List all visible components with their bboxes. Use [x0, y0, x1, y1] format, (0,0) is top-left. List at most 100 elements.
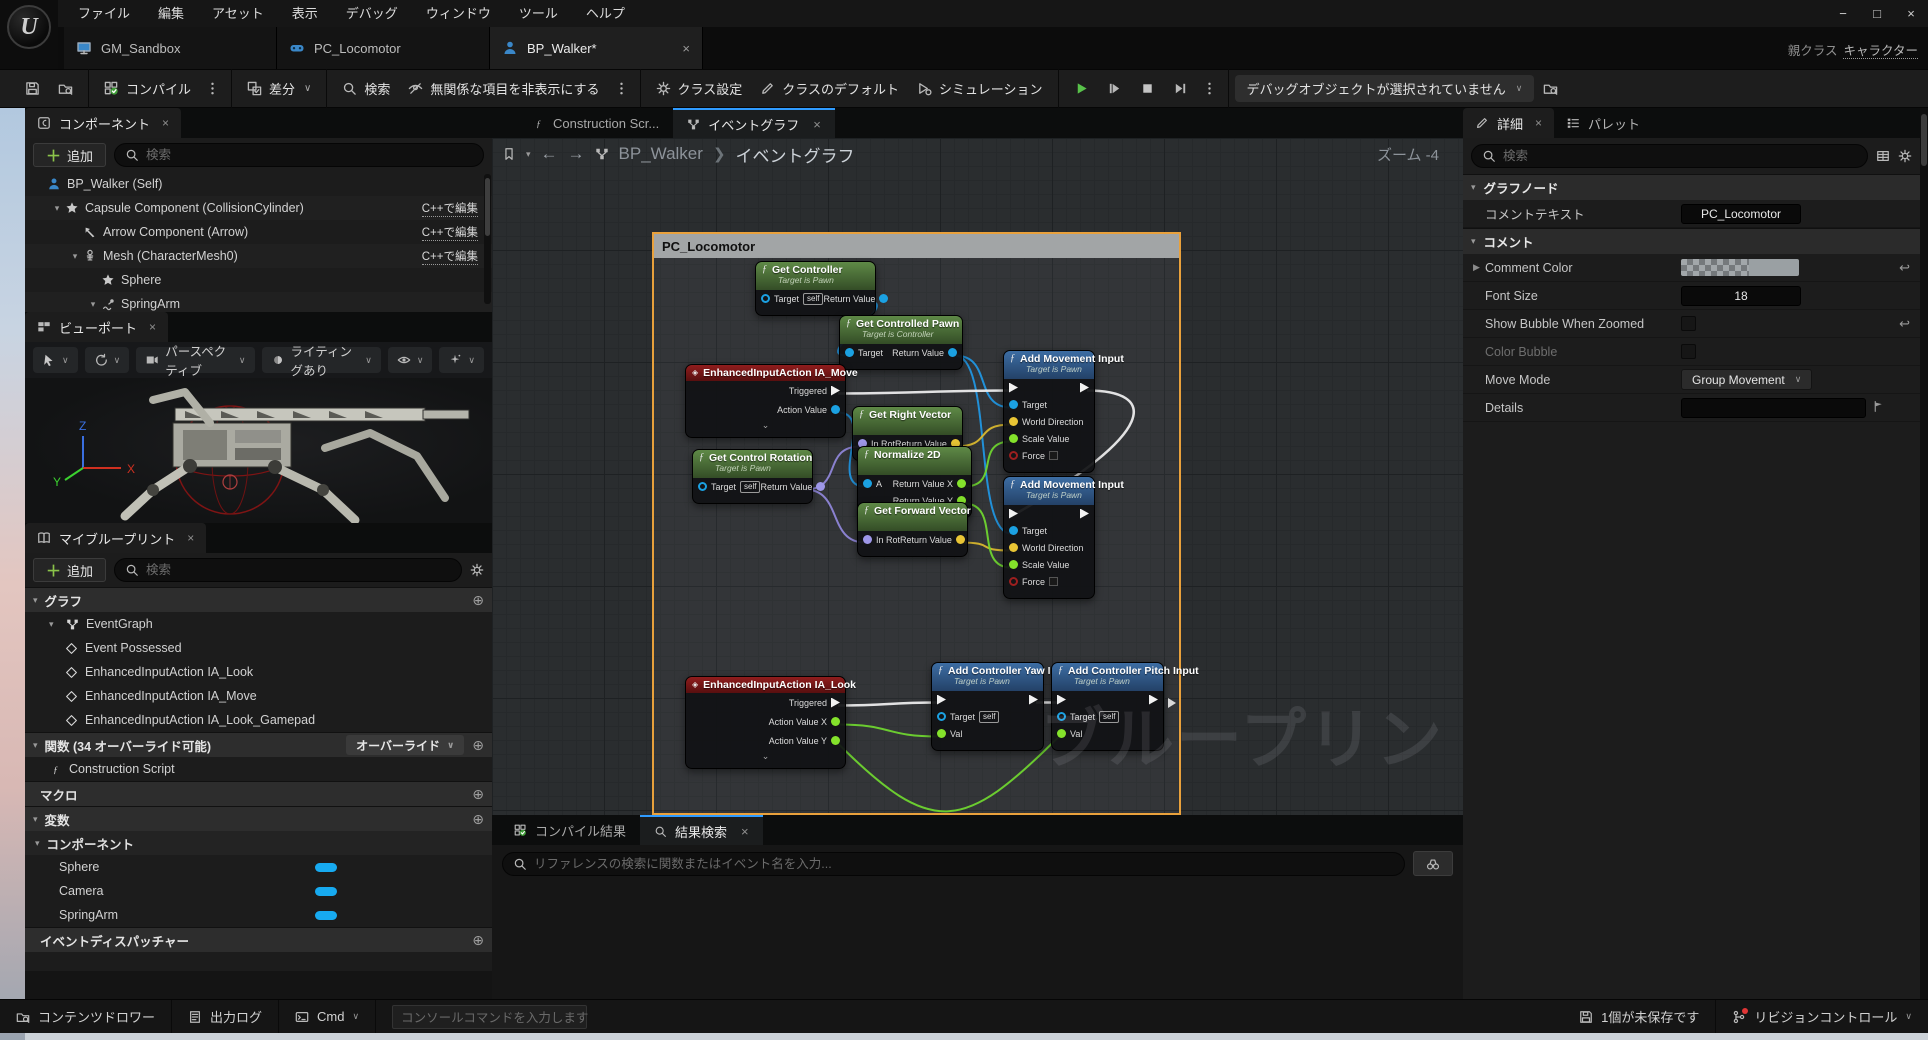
tab-components[interactable]: コンポーネント ×: [25, 108, 181, 138]
graph-node-pitch[interactable]: ƒAdd Controller Pitch InputTarget is Paw…: [1051, 662, 1164, 751]
Details-input[interactable]: [1681, 398, 1866, 418]
toolbar-button-差分[interactable]: 差分∨: [238, 75, 320, 103]
component-row-Sphere[interactable]: Sphere: [25, 268, 492, 292]
viewport-button-パースペクティブ[interactable]: パースペクティブ∨: [136, 347, 254, 373]
exec-pin[interactable]: [937, 695, 946, 705]
toolbar-button-シミュレーション[interactable]: シミュレーション: [908, 75, 1051, 103]
asset-tab-GM_Sandbox[interactable]: GM_Sandbox: [64, 27, 277, 69]
pin-World Direction[interactable]: [1009, 543, 1018, 552]
pin-Scale Value[interactable]: [1009, 434, 1018, 443]
pin-Force[interactable]: [1009, 451, 1018, 460]
blueprint-item-Sphere[interactable]: Sphere: [25, 855, 492, 879]
components-search[interactable]: [114, 143, 484, 167]
close-icon[interactable]: ×: [682, 41, 690, 56]
close-icon[interactable]: ×: [741, 824, 749, 839]
pin-Return Value[interactable]: [816, 482, 825, 491]
comment-color-swatch[interactable]: [1681, 259, 1799, 276]
details-search[interactable]: [1471, 144, 1868, 168]
override-button[interactable]: オーバーライド ∨: [346, 735, 464, 755]
toolbar-button-kebab-icon[interactable]: [609, 75, 634, 103]
tab-viewport[interactable]: ビューポート ×: [25, 312, 168, 342]
pin-Target[interactable]: [1057, 712, 1066, 721]
menu-item-編集[interactable]: 編集: [144, 0, 198, 27]
blueprint-item-EnhancedInputAction IA_Look_Gamepad[interactable]: EnhancedInputAction IA_Look_Gamepad: [25, 708, 492, 732]
window-scrollbar[interactable]: [1920, 108, 1928, 999]
close-icon[interactable]: ×: [187, 531, 194, 545]
gear-icon[interactable]: [1898, 149, 1912, 163]
graph-node-get_controller[interactable]: ƒGet ControllerTarget is PawnTargetselfR…: [755, 261, 876, 316]
pin-Target[interactable]: [1009, 400, 1018, 409]
toolbar-button-コンパイル[interactable]: コンパイル: [95, 75, 200, 103]
viewport-button-effects-icon[interactable]: ∨: [439, 347, 484, 373]
doc-tab-イベントグラフ[interactable]: イベントグラフ×: [673, 108, 835, 138]
variable-type-pill[interactable]: [315, 911, 337, 920]
blueprint-item-EventGraph[interactable]: ▾EventGraph: [25, 612, 492, 636]
toolbar-button-save-icon[interactable]: [16, 75, 49, 103]
exec-pin[interactable]: [1080, 383, 1089, 393]
viewport-button-orbit-icon[interactable]: ∨: [85, 347, 130, 373]
cpp-edit-link[interactable]: C++で編集: [422, 248, 478, 265]
Color Bubble-checkbox[interactable]: [1681, 344, 1696, 359]
add-circle-icon[interactable]: ⊕: [472, 592, 484, 609]
pin-Action Value X[interactable]: [831, 717, 840, 726]
add-circle-icon[interactable]: ⊕: [472, 811, 484, 828]
console-command-field[interactable]: コンソールコマンドを入力します: [376, 1000, 603, 1034]
cpp-edit-link[interactable]: C++で編集: [422, 224, 478, 241]
variable-type-pill[interactable]: [315, 887, 337, 896]
graph-node-get_control_rotation[interactable]: ƒGet Control RotationTarget is PawnTarge…: [692, 449, 813, 504]
exec-pin[interactable]: [1009, 383, 1018, 393]
close-icon[interactable]: ×: [1535, 116, 1542, 130]
close-icon[interactable]: ×: [813, 117, 821, 132]
parent-class-link[interactable]: キャラクター: [1843, 44, 1918, 59]
doc-tab-Construction Scr...[interactable]: ƒConstruction Scr...: [518, 108, 673, 138]
blueprint-item-SpringArm[interactable]: SpringArm: [25, 903, 492, 927]
pin-Return Value[interactable]: [879, 294, 888, 303]
graph-node-add_movement_1[interactable]: ƒAdd Movement InputTarget is PawnTargetW…: [1003, 350, 1095, 473]
exec-pin[interactable]: [1057, 695, 1066, 705]
exec-pin[interactable]: [1009, 509, 1018, 519]
event-graph-canvas[interactable]: ▾ ← → BP_Walker ❯ イベントグラフ ズーム -4 PC_Loco…: [492, 138, 1463, 815]
tab-details[interactable]: 詳細 ×: [1463, 108, 1554, 138]
toolbar-button-play-icon[interactable]: [1065, 75, 1098, 103]
toolbar-button-frame-skip-icon[interactable]: [1164, 75, 1197, 103]
expander-icon[interactable]: ▾: [69, 251, 81, 262]
menu-item-デバッグ[interactable]: デバッグ: [332, 0, 412, 27]
self-literal[interactable]: self: [1099, 711, 1119, 723]
my-blueprint-search-input[interactable]: [146, 563, 451, 577]
reset-to-default-icon[interactable]: ↩: [1899, 260, 1910, 276]
exec-pin[interactable]: [831, 386, 840, 396]
pin-Force[interactable]: [1009, 577, 1018, 586]
expander-icon[interactable]: ▾: [87, 299, 99, 310]
blueprint-item-Camera[interactable]: Camera: [25, 879, 492, 903]
viewport-button-eye-icon[interactable]: ∨: [388, 347, 433, 373]
pin-Action Value Y[interactable]: [831, 736, 840, 745]
add-blueprint-item-button[interactable]: ＋ 追加: [33, 558, 106, 582]
pin-Target[interactable]: [937, 712, 946, 721]
blueprint-item-EnhancedInputAction IA_Move[interactable]: EnhancedInputAction IA_Move: [25, 684, 492, 708]
find-results-search[interactable]: [502, 852, 1405, 876]
add-circle-icon[interactable]: ⊕: [472, 737, 484, 754]
cpp-edit-link[interactable]: C++で編集: [422, 200, 478, 217]
toolbar-button-検索[interactable]: 検索: [333, 75, 399, 103]
bottom-tab-結果検索[interactable]: 結果検索×: [640, 815, 763, 845]
exec-pin[interactable]: [1080, 509, 1089, 519]
unsaved-status[interactable]: 1個が未保存です: [1563, 1000, 1716, 1034]
self-literal[interactable]: self: [979, 711, 999, 723]
component-row-BP_Walker (Self)[interactable]: BP_Walker (Self): [25, 172, 492, 196]
bool-checkbox[interactable]: [1049, 577, 1058, 586]
viewport-3d-view[interactable]: Z X Y: [25, 378, 492, 523]
menu-item-ウィンドウ[interactable]: ウィンドウ: [412, 0, 505, 27]
pin-In Rot[interactable]: [863, 535, 872, 544]
pin-Return Value X[interactable]: [957, 479, 966, 488]
graph-node-yaw[interactable]: ƒAdd Controller Yaw InputTarget is PawnT…: [931, 662, 1044, 751]
menu-item-ツール[interactable]: ツール: [505, 0, 572, 27]
tab-palette[interactable]: パレット: [1554, 108, 1652, 138]
blueprint-section-変数[interactable]: ▾変数⊕: [25, 806, 492, 831]
pin-Val[interactable]: [1057, 729, 1066, 738]
self-literal[interactable]: self: [803, 293, 823, 305]
add-circle-icon[interactable]: ⊕: [472, 932, 484, 949]
exec-pin[interactable]: [1149, 695, 1158, 705]
pin-Return Value[interactable]: [948, 348, 957, 357]
self-literal[interactable]: self: [740, 481, 760, 493]
add-circle-icon[interactable]: ⊕: [472, 786, 484, 803]
